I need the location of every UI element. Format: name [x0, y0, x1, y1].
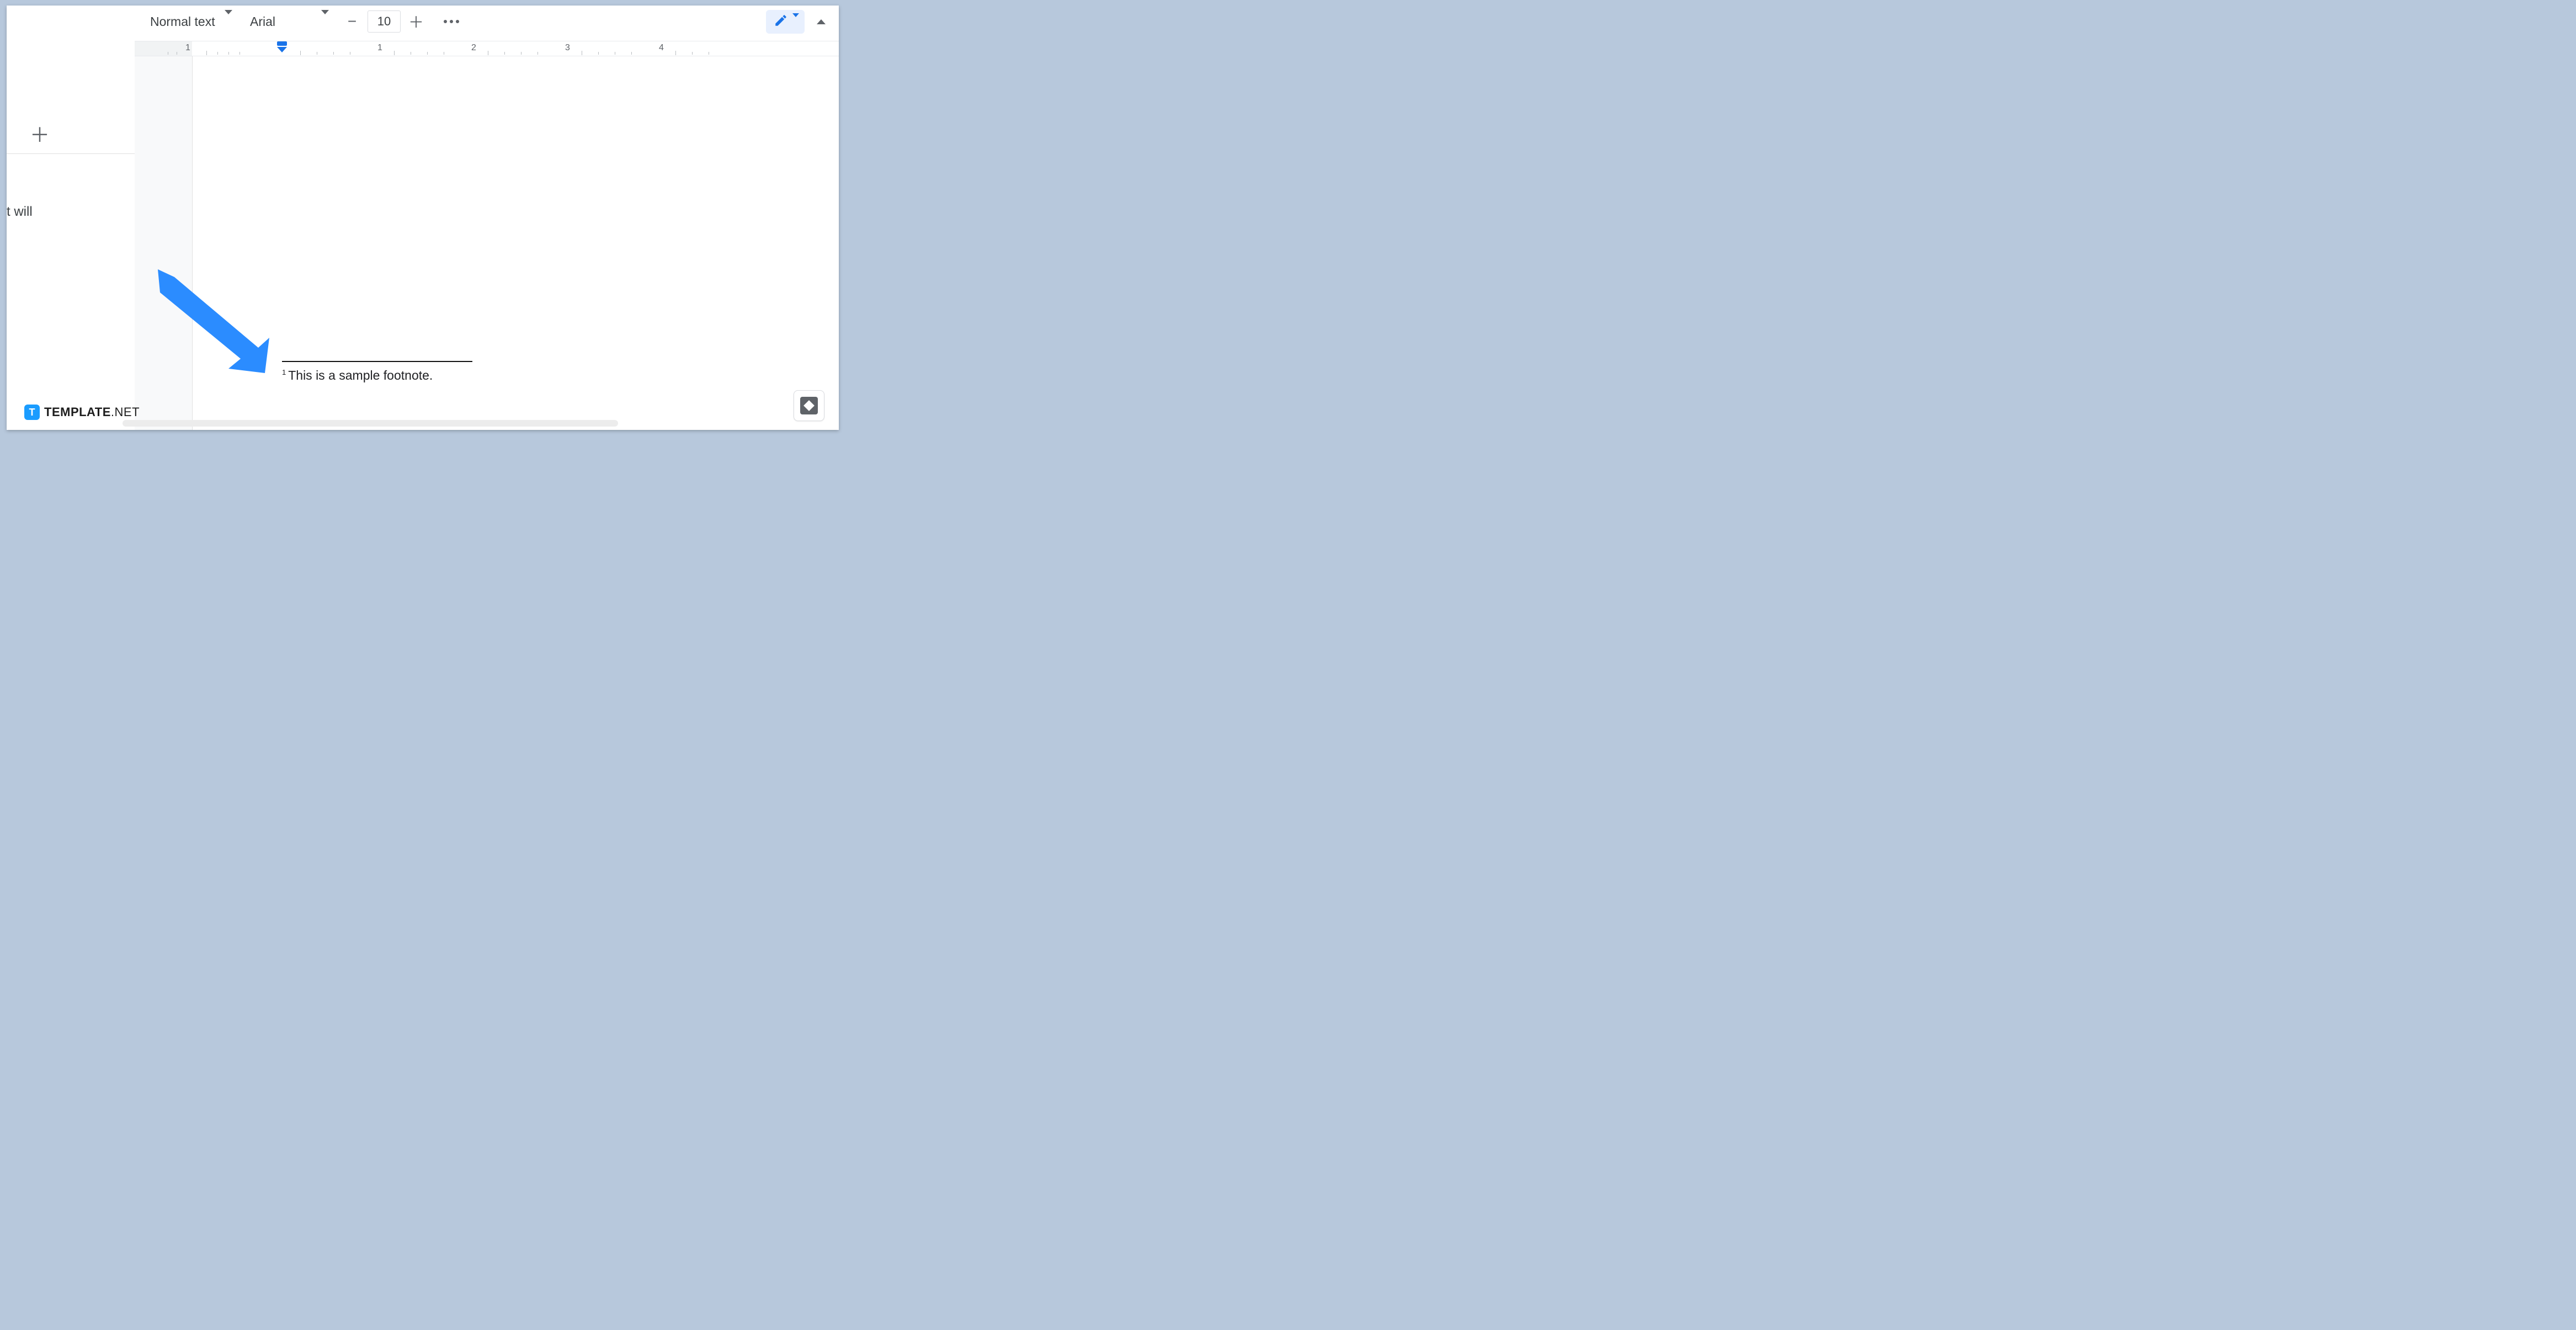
first-line-indent-icon — [277, 41, 287, 46]
footnote-body: This is a sample footnote. — [288, 368, 433, 382]
ruler-scale: 1 1 2 3 4 — [135, 41, 839, 56]
font-family-label: Arial — [250, 14, 275, 29]
paragraph-style-label: Normal text — [150, 14, 215, 29]
ruler-number: 4 — [659, 43, 664, 53]
ruler-number: 1 — [377, 43, 382, 53]
hide-menus-button[interactable] — [811, 12, 831, 32]
font-family-dropdown[interactable]: Arial — [241, 10, 338, 33]
add-outline-button[interactable]: ＋ — [28, 121, 52, 146]
app-window: ＋ t will Normal text Arial − ＋ — [7, 6, 839, 430]
watermark-text: TEMPLATE.NET — [44, 405, 140, 419]
footnote-ref-number: 1 — [282, 368, 286, 376]
document-canvas[interactable]: 1This is a sample footnote. — [135, 56, 839, 430]
watermark-thin: .NET — [111, 405, 140, 419]
dot-icon — [444, 20, 447, 23]
ruler-number: 2 — [471, 43, 476, 53]
left-indent-icon — [277, 47, 287, 52]
ruler-number: 3 — [565, 43, 570, 53]
sparkle-icon — [800, 397, 818, 414]
font-size-group: − ＋ — [342, 10, 426, 33]
editing-mode-dropdown[interactable] — [766, 10, 805, 34]
pencil-icon — [774, 13, 788, 30]
indent-marker[interactable] — [277, 41, 287, 52]
chevron-up-icon — [817, 19, 826, 24]
outline-fragment-text: t will — [7, 204, 33, 220]
horizontal-ruler[interactable]: 1 1 2 3 4 — [135, 41, 839, 56]
explore-button[interactable] — [794, 390, 824, 421]
toolbar-right — [766, 10, 831, 34]
more-toolbar-button[interactable] — [439, 15, 464, 28]
decrease-font-size-button[interactable]: − — [342, 12, 362, 31]
toolbar: Normal text Arial − ＋ — [135, 6, 839, 38]
chevron-down-icon — [225, 14, 232, 29]
footnote-text[interactable]: 1This is a sample footnote. — [282, 368, 433, 383]
footnote-separator — [282, 361, 472, 362]
ruler-page-region — [192, 41, 839, 56]
chevron-down-icon — [792, 17, 799, 27]
outline-divider — [7, 153, 135, 154]
outline-sidebar: ＋ t will — [7, 6, 135, 430]
font-size-input[interactable] — [368, 10, 401, 33]
paragraph-style-dropdown[interactable]: Normal text — [145, 10, 241, 33]
document-page[interactable]: 1This is a sample footnote. — [192, 56, 839, 430]
ruler-number: 1 — [185, 43, 190, 53]
dot-icon — [456, 20, 459, 23]
watermark-bold: TEMPLATE — [44, 405, 111, 419]
increase-font-size-button[interactable]: ＋ — [406, 12, 426, 31]
dot-icon — [450, 20, 453, 23]
watermark-badge-icon: T — [24, 405, 40, 420]
chevron-down-icon — [321, 14, 329, 29]
watermark: T TEMPLATE.NET — [24, 405, 140, 420]
horizontal-scrollbar[interactable] — [123, 420, 618, 427]
